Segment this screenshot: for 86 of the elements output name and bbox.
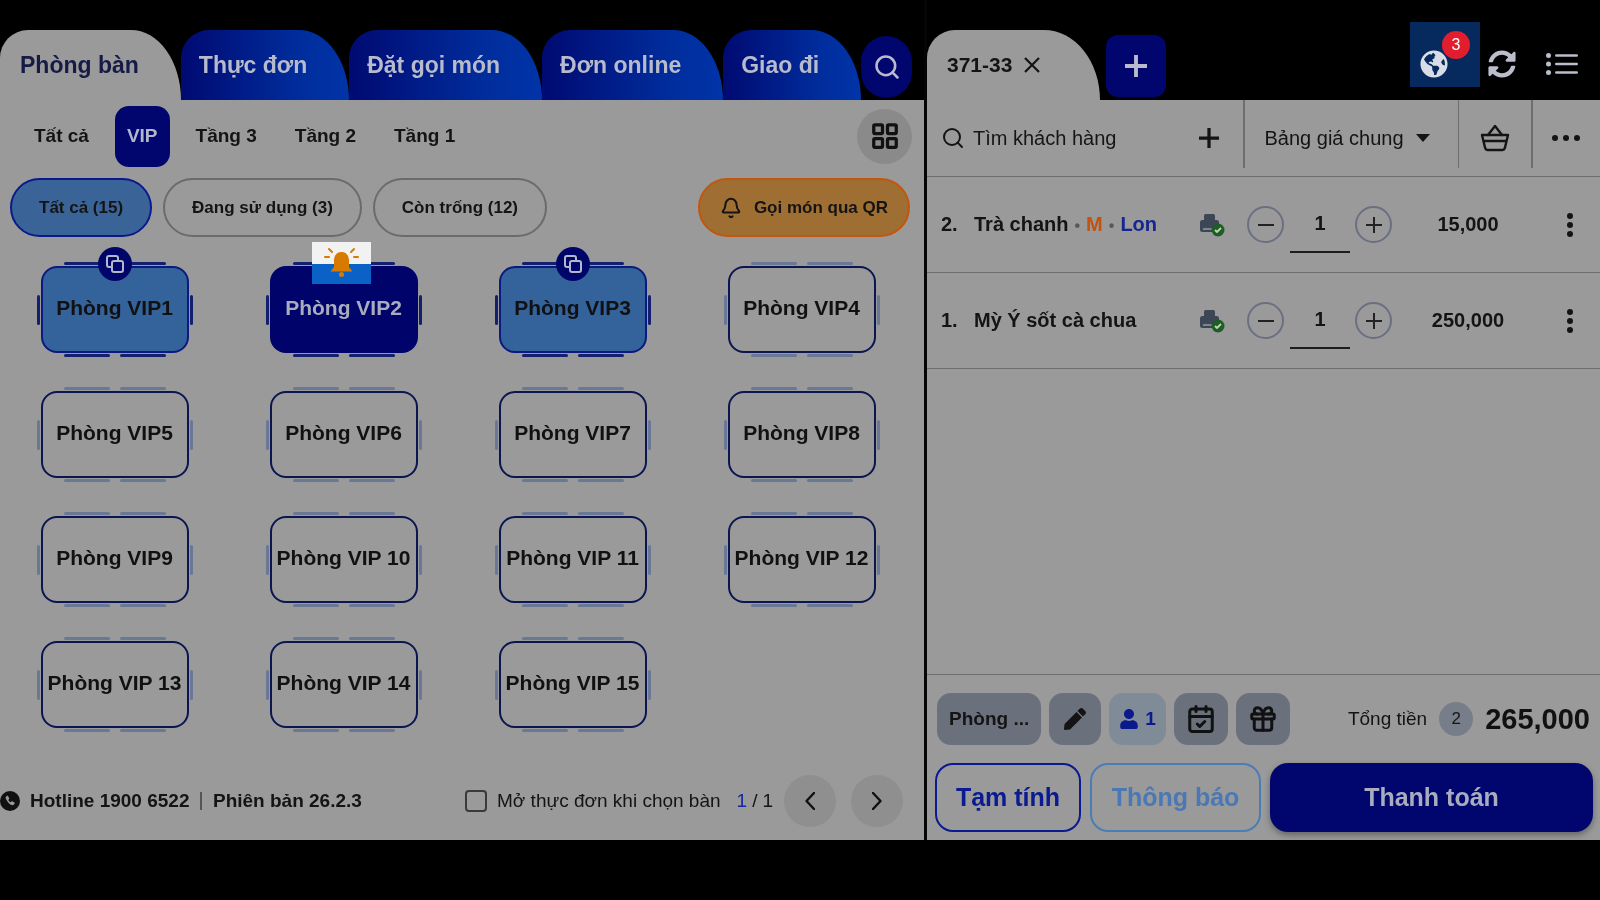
search-button[interactable] [861,36,912,98]
decrease-button[interactable] [1247,302,1284,339]
next-page-button[interactable] [851,775,903,827]
current-page: 1 [736,790,748,812]
item-price: 250,000 [1431,309,1505,332]
online-orders-button[interactable]: 3 [1410,22,1480,87]
gift-button[interactable] [1235,693,1290,745]
add-order-button[interactable] [1106,35,1167,97]
section-tab[interactable]: Đặt gọi món [349,30,543,100]
increase-button[interactable] [1355,302,1392,339]
room-name-button[interactable]: Phòng ... [937,693,1042,745]
floor-tab[interactable]: Tầng 1 [382,105,468,167]
item-index: 1. [941,309,958,331]
close-button[interactable] [1024,57,1041,73]
total-amount: 265,000 [1485,702,1590,736]
item-option: Lon [1120,213,1158,236]
floor-tab[interactable]: VIP [114,105,170,167]
item-name: Mỳ Ý sốt cà chua [974,309,1137,332]
hotline-text: Hotline 1900 6522 [30,790,190,812]
item-price: 15,000 [1437,213,1499,236]
quantity-field[interactable]: 1 [1290,292,1350,349]
total-pages: 1 [762,790,773,812]
item-menu-button[interactable] [1567,308,1573,333]
bell-icon [719,196,742,219]
page-separator: / [752,790,758,812]
more-icon [1552,135,1581,141]
kebab-icon [1567,212,1573,237]
section-tab[interactable]: Đơn online [542,30,724,100]
item-option: M [1086,213,1103,236]
room-filter-button[interactable]: Đang sử dụng (3) [163,178,362,237]
plus-icon [1125,55,1148,77]
caret-icon [1415,134,1430,142]
basket-icon [1480,124,1510,152]
room-filter-button[interactable]: Còn trống (12) [372,178,547,237]
decrease-button[interactable] [1247,206,1284,243]
guest-count-button[interactable]: 1 [1109,693,1166,745]
menu-icon [1546,53,1578,75]
calendar-button[interactable] [1173,693,1228,745]
total-label: Tổng tiền [1347,708,1428,730]
item-index: 2. [941,213,958,235]
pencil-icon [1064,708,1087,730]
floor-tab[interactable]: Tất cả [22,105,101,167]
checkbox[interactable] [465,790,488,812]
increase-button[interactable] [1355,206,1392,243]
section-tab[interactable]: Giao đi [723,30,862,100]
temporary-bill-button[interactable]: Tạm tính [935,763,1081,832]
search-icon [872,53,901,81]
person-icon [1119,709,1140,729]
item-name: Trà chanh [974,213,1069,236]
chevron-left-icon [805,792,815,810]
plus-icon [1365,216,1382,233]
order-tab[interactable]: 371-33 [927,30,1101,100]
add-customer-button[interactable] [1199,128,1219,148]
floor-tab[interactable]: Tầng 3 [183,105,269,167]
pay-button[interactable]: Thanh toán [1270,763,1593,832]
item-count-badge: 2 [1439,702,1474,736]
quantity-field[interactable]: 1 [1290,196,1350,253]
edit-note-button[interactable] [1049,693,1102,745]
floor-tab[interactable]: Tầng 2 [282,105,368,167]
price-list-dropdown[interactable]: Bảng giá chung [1264,118,1458,158]
kebab-icon [1567,308,1573,333]
checkbox-label: Mở thực đơn khi chọn bàn [497,790,721,812]
option-separator: • [1108,217,1115,235]
customer-search-field[interactable]: Tìm khách hàng [973,126,1191,150]
section-tab[interactable]: Phòng bàn [0,30,181,100]
minus-icon [1257,319,1274,322]
plus-icon [1199,128,1219,148]
item-menu-button[interactable] [1567,212,1573,237]
option-separator: • [1074,217,1081,235]
more-button[interactable] [1552,135,1581,141]
previous-page-button[interactable] [784,775,836,827]
search-icon [941,126,965,150]
chevron-right-icon [872,792,882,810]
calendar-check-icon [1185,704,1216,734]
refresh-icon [1488,50,1516,78]
plus-icon [1365,312,1382,329]
gift-icon [1247,704,1278,734]
basket-button[interactable] [1480,124,1510,152]
qr-order-button[interactable]: Gọi món qua QR [697,178,910,237]
grid-icon [869,121,900,151]
version-text: Phiên bản 26.2.3 [213,790,362,812]
close-icon [1024,57,1041,73]
globe-icon [1420,50,1448,78]
section-tab[interactable]: Thực đơn [180,30,350,100]
notification-count: 3 [1442,31,1470,59]
minus-icon [1257,223,1274,226]
